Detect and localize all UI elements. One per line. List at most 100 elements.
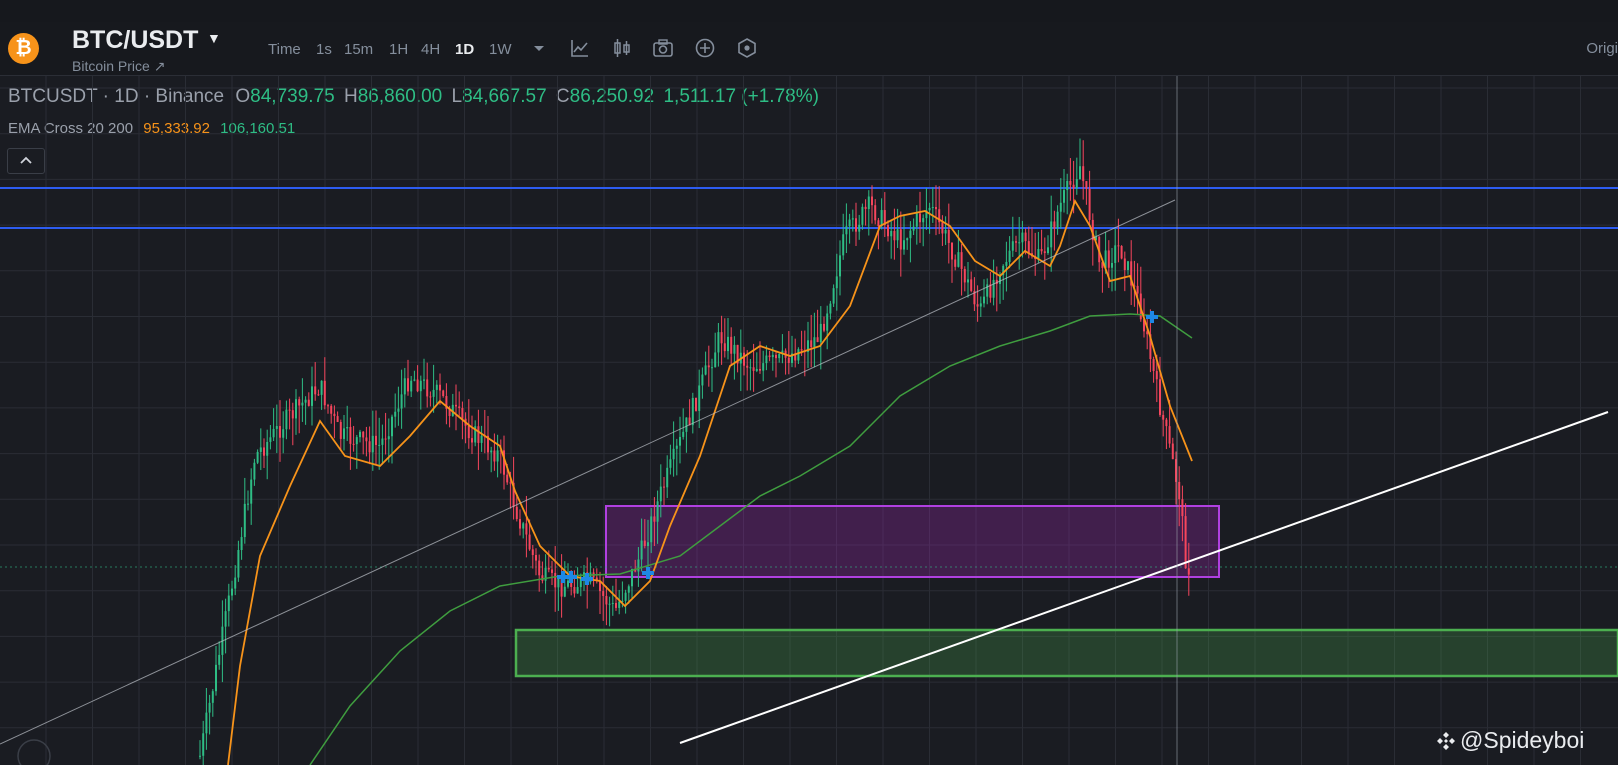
watermark: @Spideyboi xyxy=(1436,727,1584,754)
tf-time[interactable]: Time xyxy=(268,41,301,58)
candle-body xyxy=(858,224,861,232)
candle-body xyxy=(563,586,566,597)
candle-body xyxy=(1152,359,1155,372)
candle-body xyxy=(637,559,640,572)
candle-body xyxy=(285,409,288,430)
tf-1s[interactable]: 1s xyxy=(316,41,332,58)
candle-body xyxy=(864,206,867,210)
tf-1d[interactable]: 1D xyxy=(455,41,474,58)
pair-title[interactable]: BTC/USDT xyxy=(72,26,198,55)
candle-body xyxy=(381,438,384,445)
candle-body xyxy=(967,279,969,283)
candle-body xyxy=(1047,247,1049,254)
candle-body xyxy=(829,303,832,314)
candle-body xyxy=(439,384,441,391)
tf-1w[interactable]: 1W xyxy=(489,41,512,58)
candle-body xyxy=(432,389,435,397)
candle-body xyxy=(983,296,985,304)
candle-body xyxy=(397,408,400,412)
candle-body xyxy=(851,218,854,220)
chevron-down-icon[interactable] xyxy=(528,37,550,59)
candle-body xyxy=(362,431,365,438)
candle-body xyxy=(519,519,521,529)
candle-body xyxy=(810,340,813,348)
candle-body xyxy=(1123,258,1126,271)
candle-body xyxy=(535,555,537,561)
candle-body xyxy=(576,587,579,594)
candle-body xyxy=(237,549,240,578)
candle-body xyxy=(547,567,550,570)
candle-body xyxy=(816,337,819,343)
candle-body xyxy=(205,712,208,734)
candle-body xyxy=(263,447,265,456)
candle-body xyxy=(391,416,393,437)
candle-body xyxy=(954,259,957,267)
candle-body xyxy=(714,352,717,368)
candle-body xyxy=(349,426,352,444)
candle-body xyxy=(461,408,464,419)
purple-supply-zone[interactable] xyxy=(605,505,1220,578)
candle-body xyxy=(845,226,848,235)
candle-body xyxy=(218,654,221,665)
candle-body xyxy=(1155,371,1158,380)
tf-4h[interactable]: 4H xyxy=(421,41,440,58)
candle-body xyxy=(307,399,310,406)
candle-body xyxy=(541,575,544,581)
candle-body xyxy=(471,438,473,443)
candle-body xyxy=(250,479,253,504)
candle-body xyxy=(317,394,320,396)
candle-body xyxy=(323,380,326,406)
settings-hex-icon[interactable] xyxy=(736,37,758,59)
price-chart-area[interactable] xyxy=(0,76,1618,765)
candle-body xyxy=(295,399,297,419)
tf-15m[interactable]: 15m xyxy=(344,41,373,58)
candle-body xyxy=(672,448,675,460)
line-chart-icon[interactable] xyxy=(569,37,591,59)
candle-body xyxy=(963,268,966,283)
candle-body xyxy=(1107,250,1110,268)
candle-body xyxy=(867,196,870,210)
candle-body xyxy=(922,218,925,223)
candle-body xyxy=(691,397,694,426)
candle-body xyxy=(336,416,339,423)
candle-body xyxy=(1162,414,1165,420)
candle-body xyxy=(378,444,381,446)
green-demand-zone[interactable] xyxy=(514,628,1618,678)
candle-body xyxy=(733,344,736,354)
candle-body xyxy=(832,288,835,304)
candle-body xyxy=(704,365,707,375)
candle-body xyxy=(275,426,278,429)
candle-body xyxy=(839,255,841,277)
candle-body xyxy=(557,577,560,588)
candle-body xyxy=(375,435,377,445)
candle-body xyxy=(1117,245,1120,247)
pair-dropdown-icon[interactable]: ▼ xyxy=(207,30,221,46)
candle-body xyxy=(1011,241,1014,251)
candle-body xyxy=(298,399,301,406)
candle-body xyxy=(240,537,243,550)
candle-body xyxy=(874,205,877,221)
candle-body xyxy=(899,229,902,250)
candle-body xyxy=(253,462,256,480)
candle-body xyxy=(915,213,918,227)
candle-body xyxy=(282,429,285,438)
candle-body xyxy=(301,402,304,406)
candle-body xyxy=(522,523,525,529)
original-view-button[interactable]: Origi xyxy=(1586,40,1618,57)
candle-body xyxy=(979,303,982,307)
candle-body xyxy=(291,410,294,419)
pair-subtitle-link[interactable]: Bitcoin Price ↗ xyxy=(72,58,165,75)
candlestick-icon[interactable] xyxy=(611,37,633,59)
candle-body xyxy=(647,542,649,547)
plus-circle-icon[interactable] xyxy=(694,37,716,59)
camera-icon[interactable] xyxy=(652,37,674,59)
candle-body xyxy=(208,702,211,713)
binance-logo-icon xyxy=(1437,732,1455,750)
candle-body xyxy=(778,354,781,359)
candle-body xyxy=(627,586,630,593)
candle-body xyxy=(403,378,406,395)
candle-body xyxy=(1050,221,1053,248)
watermark-text: @Spideyboi xyxy=(1460,727,1585,753)
candle-body xyxy=(493,450,496,462)
tf-1h[interactable]: 1H xyxy=(389,41,408,58)
